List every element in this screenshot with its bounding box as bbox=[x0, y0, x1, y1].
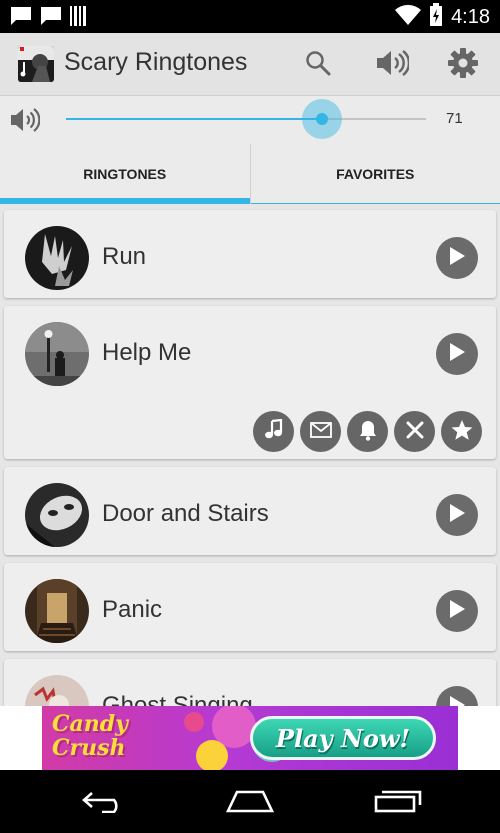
list-item[interactable]: Panic bbox=[4, 563, 496, 651]
close-icon bbox=[406, 421, 424, 443]
recents-icon bbox=[374, 789, 422, 817]
volume-icon bbox=[375, 49, 411, 81]
settings-button[interactable] bbox=[445, 47, 481, 83]
ringtone-title: Door and Stairs bbox=[102, 500, 269, 527]
play-button[interactable] bbox=[436, 686, 478, 706]
app-icon[interactable] bbox=[18, 46, 54, 82]
ringtone-title: Run bbox=[102, 243, 147, 270]
play-button[interactable] bbox=[436, 237, 478, 279]
chat-icon bbox=[10, 6, 32, 30]
set-ringtone-button[interactable] bbox=[253, 411, 294, 452]
tab-label: RINGTONES bbox=[83, 166, 167, 182]
ringtone-thumbnail bbox=[25, 675, 89, 706]
star-icon bbox=[451, 419, 473, 445]
search-button[interactable] bbox=[300, 47, 336, 83]
ad-banner[interactable]: Candy Crush Play Now! bbox=[42, 706, 458, 770]
play-icon bbox=[448, 695, 466, 706]
ringtone-list[interactable]: Run Help Me Door and Stairs Panic Ghost … bbox=[0, 204, 500, 706]
play-icon bbox=[448, 246, 466, 270]
wifi-icon bbox=[395, 4, 422, 30]
volume-icon bbox=[10, 106, 41, 134]
play-icon bbox=[448, 503, 466, 527]
music-note-icon bbox=[264, 418, 284, 445]
set-alarm-button[interactable] bbox=[347, 411, 388, 452]
play-now-button[interactable]: Play Now! bbox=[250, 716, 436, 760]
candy-crush-logo: Candy Crush bbox=[52, 711, 128, 761]
delete-button[interactable] bbox=[394, 411, 435, 452]
ringtone-title: Ghost Singing bbox=[102, 692, 253, 706]
list-item[interactable]: Door and Stairs bbox=[4, 467, 496, 555]
play-button[interactable] bbox=[436, 590, 478, 632]
ringtone-thumbnail bbox=[25, 579, 89, 643]
play-icon bbox=[448, 599, 466, 623]
barcode-icon bbox=[70, 6, 88, 30]
ad-margin bbox=[458, 706, 500, 770]
chat-icon bbox=[40, 6, 62, 30]
clock: 4:18 bbox=[451, 5, 490, 28]
ringtone-thumbnail bbox=[25, 322, 89, 386]
tab-favorites[interactable]: FAVORITES bbox=[249, 144, 500, 204]
set-notification-button[interactable] bbox=[300, 411, 341, 452]
volume-slider[interactable] bbox=[66, 99, 426, 139]
ringtone-title: Help Me bbox=[102, 339, 192, 366]
tab-label: FAVORITES bbox=[336, 166, 415, 182]
action-bar: Scary Ringtones bbox=[0, 33, 500, 96]
volume-slider-fill bbox=[66, 118, 322, 120]
volume-slider-thumb[interactable] bbox=[301, 99, 342, 139]
favorite-button[interactable] bbox=[441, 411, 482, 452]
status-bar: 4:18 bbox=[0, 0, 500, 33]
volume-row: 71 bbox=[0, 96, 500, 144]
tab-ringtones[interactable]: RINGTONES bbox=[0, 144, 250, 204]
bell-icon bbox=[358, 419, 378, 445]
search-icon bbox=[305, 50, 331, 80]
list-item[interactable]: Help Me bbox=[4, 306, 496, 459]
play-icon bbox=[448, 342, 466, 366]
play-button[interactable] bbox=[436, 494, 478, 536]
volume-button[interactable] bbox=[374, 47, 411, 83]
recents-button[interactable] bbox=[373, 788, 423, 818]
ad-margin bbox=[0, 706, 42, 770]
settings-icon bbox=[447, 47, 479, 83]
back-icon bbox=[82, 789, 128, 817]
tab-bar: RINGTONES FAVORITES bbox=[0, 144, 500, 204]
ringtone-actions bbox=[253, 411, 482, 452]
ringtone-title: Panic bbox=[102, 596, 163, 623]
home-icon bbox=[225, 789, 275, 817]
app-title: Scary Ringtones bbox=[64, 48, 248, 76]
back-button[interactable] bbox=[80, 788, 130, 818]
battery-charging-icon bbox=[429, 3, 443, 31]
navigation-bar bbox=[0, 770, 500, 833]
list-item[interactable]: Ghost Singing bbox=[4, 659, 496, 706]
volume-value: 71 bbox=[446, 110, 463, 127]
play-button[interactable] bbox=[436, 333, 478, 375]
list-item[interactable]: Run bbox=[4, 210, 496, 298]
ringtone-thumbnail bbox=[25, 483, 89, 547]
ringtone-thumbnail bbox=[25, 226, 89, 290]
envelope-icon bbox=[309, 421, 332, 442]
home-button[interactable] bbox=[225, 788, 275, 818]
